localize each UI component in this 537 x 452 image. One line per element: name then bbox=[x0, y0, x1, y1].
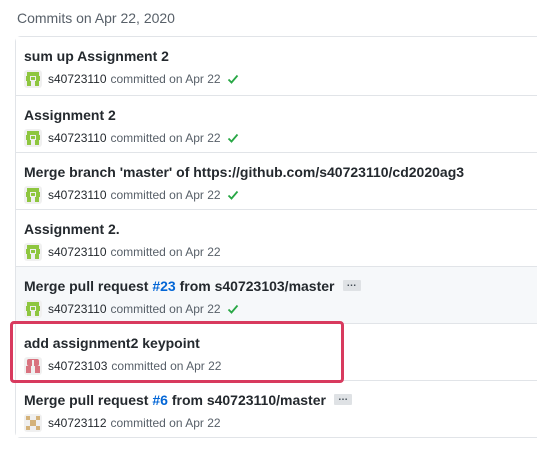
commit-meta: s40723110 committed on Apr 22 bbox=[24, 70, 239, 88]
commit-message-suffix: from s40723103/master bbox=[175, 278, 335, 294]
avatar-tan-identicon[interactable] bbox=[24, 414, 42, 432]
expand-message-button[interactable]: … bbox=[333, 392, 352, 405]
ellipsis-icon: … bbox=[337, 391, 348, 403]
commit-group-title: Commits on Apr 22, 2020 bbox=[17, 10, 175, 26]
commit-row: sum up Assignment 2 s40723110 committed … bbox=[16, 37, 537, 95]
commit-author[interactable]: s40723110 bbox=[48, 188, 107, 202]
commit-meta: s40723112 committed on Apr 22 bbox=[24, 414, 221, 432]
avatar-red-identicon[interactable] bbox=[24, 357, 42, 375]
commit-message[interactable]: Merge branch 'master' of https://github.… bbox=[24, 163, 464, 181]
commit-author[interactable]: s40723110 bbox=[48, 302, 107, 316]
pull-request-link[interactable]: #23 bbox=[152, 278, 175, 294]
commit-meta: s40723110 committed on Apr 22 bbox=[24, 300, 239, 318]
avatar-green-identicon[interactable] bbox=[24, 300, 42, 318]
commit-date: committed on Apr 22 bbox=[110, 72, 221, 86]
commit-list: sum up Assignment 2 s40723110 committed … bbox=[15, 36, 537, 438]
commit-meta: s40723110 committed on Apr 22 bbox=[24, 243, 221, 261]
commit-message[interactable]: Assignment 2 bbox=[24, 106, 116, 124]
commit-message[interactable]: sum up Assignment 2 bbox=[24, 47, 169, 65]
commit-date: committed on Apr 22 bbox=[111, 359, 222, 373]
commit-author[interactable]: s40723110 bbox=[48, 131, 107, 145]
commit-author[interactable]: s40723112 bbox=[48, 416, 107, 430]
commit-row: Merge pull request #6 from s40723110/mas… bbox=[16, 380, 537, 437]
commit-meta: s40723103 committed on Apr 22 bbox=[24, 357, 221, 375]
ellipsis-icon: … bbox=[346, 277, 357, 289]
check-icon[interactable] bbox=[227, 189, 239, 201]
check-icon[interactable] bbox=[227, 303, 239, 315]
commit-date: committed on Apr 22 bbox=[110, 416, 221, 430]
commit-meta: s40723110 committed on Apr 22 bbox=[24, 186, 239, 204]
commit-message[interactable]: add assignment2 keypoint bbox=[24, 334, 200, 352]
avatar-green-identicon[interactable] bbox=[24, 243, 42, 261]
commit-message-suffix: from s40723110/master bbox=[167, 392, 326, 408]
avatar-green-identicon[interactable] bbox=[24, 129, 42, 147]
commit-author[interactable]: s40723110 bbox=[48, 245, 107, 259]
commit-row: Assignment 2. s40723110 committed on Apr… bbox=[16, 209, 537, 266]
commit-message-prefix: Merge pull request bbox=[24, 278, 153, 294]
expand-message-button[interactable]: … bbox=[342, 278, 361, 291]
commit-row: Merge pull request #23 from s40723103/ma… bbox=[16, 266, 537, 323]
avatar-green-identicon[interactable] bbox=[24, 70, 42, 88]
avatar-green-identicon[interactable] bbox=[24, 186, 42, 204]
commit-author[interactable]: s40723103 bbox=[48, 359, 107, 373]
commit-author[interactable]: s40723110 bbox=[48, 72, 107, 86]
commit-date: committed on Apr 22 bbox=[110, 245, 221, 259]
commit-row: Merge branch 'master' of https://github.… bbox=[16, 152, 537, 209]
commit-date: committed on Apr 22 bbox=[110, 302, 221, 316]
commit-date: committed on Apr 22 bbox=[110, 131, 221, 145]
commit-row: Assignment 2 s40723110 committed on Apr … bbox=[16, 95, 537, 152]
check-icon[interactable] bbox=[227, 73, 239, 85]
pull-request-link[interactable]: #6 bbox=[152, 392, 168, 408]
commits-page: Commits on Apr 22, 2020 sum up Assignmen… bbox=[0, 0, 537, 452]
commit-meta: s40723110 committed on Apr 22 bbox=[24, 129, 239, 147]
commit-message[interactable]: Merge pull request #6 from s40723110/mas… bbox=[24, 391, 352, 409]
commit-date: committed on Apr 22 bbox=[110, 188, 221, 202]
check-icon[interactable] bbox=[227, 132, 239, 144]
commit-message[interactable]: Merge pull request #23 from s40723103/ma… bbox=[24, 277, 361, 295]
commit-row: add assignment2 keypoint s40723103 commi… bbox=[16, 323, 537, 380]
commit-message-prefix: Merge pull request bbox=[24, 392, 153, 408]
commit-message[interactable]: Assignment 2. bbox=[24, 220, 120, 238]
